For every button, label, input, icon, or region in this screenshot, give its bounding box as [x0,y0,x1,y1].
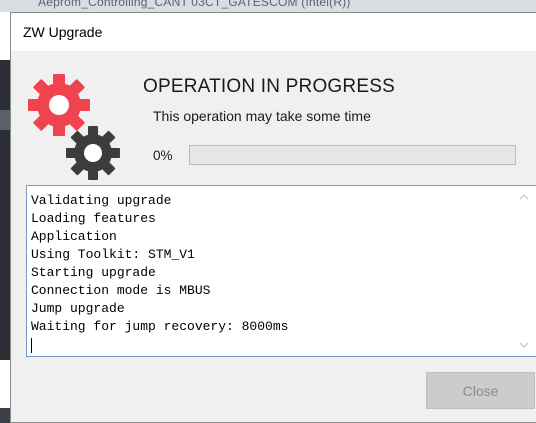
chevron-down-icon[interactable] [519,340,529,350]
close-button[interactable]: Close [426,372,535,409]
log-lines: Validating upgrade Loading features Applic… [31,192,288,353]
operation-heading: OPERATION IN PROGRESS [143,76,395,97]
log-line: Starting upgrade [31,265,156,280]
background-window-title: Aeprom_Controlling_CANT 03CT_GATESCOM (I… [38,0,351,9]
operation-subheading: This operation may take some time [153,108,371,124]
log-line: Loading features [31,211,156,226]
log-line: Connection mode is MBUS [31,283,211,298]
gears-icon [28,74,120,180]
red-gear-icon [28,74,90,136]
chevron-up-icon[interactable] [519,192,529,202]
progress-percent-label: 0% [153,148,173,163]
log-line: Using Toolkit: STM_V1 [31,247,195,262]
upgrade-dialog: ZW Upgrade OPERATION IN PROGRESS This op… [10,12,536,423]
background-window-titlebar: Aeprom_Controlling_CANT 03CT_GATESCOM (I… [0,0,536,12]
progress-bar [189,145,516,165]
log-line: Validating upgrade [31,193,172,208]
dialog-titlebar[interactable]: ZW Upgrade [11,13,536,51]
log-line: Jump upgrade [31,301,125,316]
log-line: Application [31,229,117,244]
dialog-title: ZW Upgrade [23,24,103,40]
dark-gear-icon [66,126,120,180]
text-caret [31,338,32,353]
log-output[interactable]: Validating upgrade Loading features Applic… [26,185,536,357]
log-line: Waiting for jump recovery: 8000ms [31,319,289,334]
